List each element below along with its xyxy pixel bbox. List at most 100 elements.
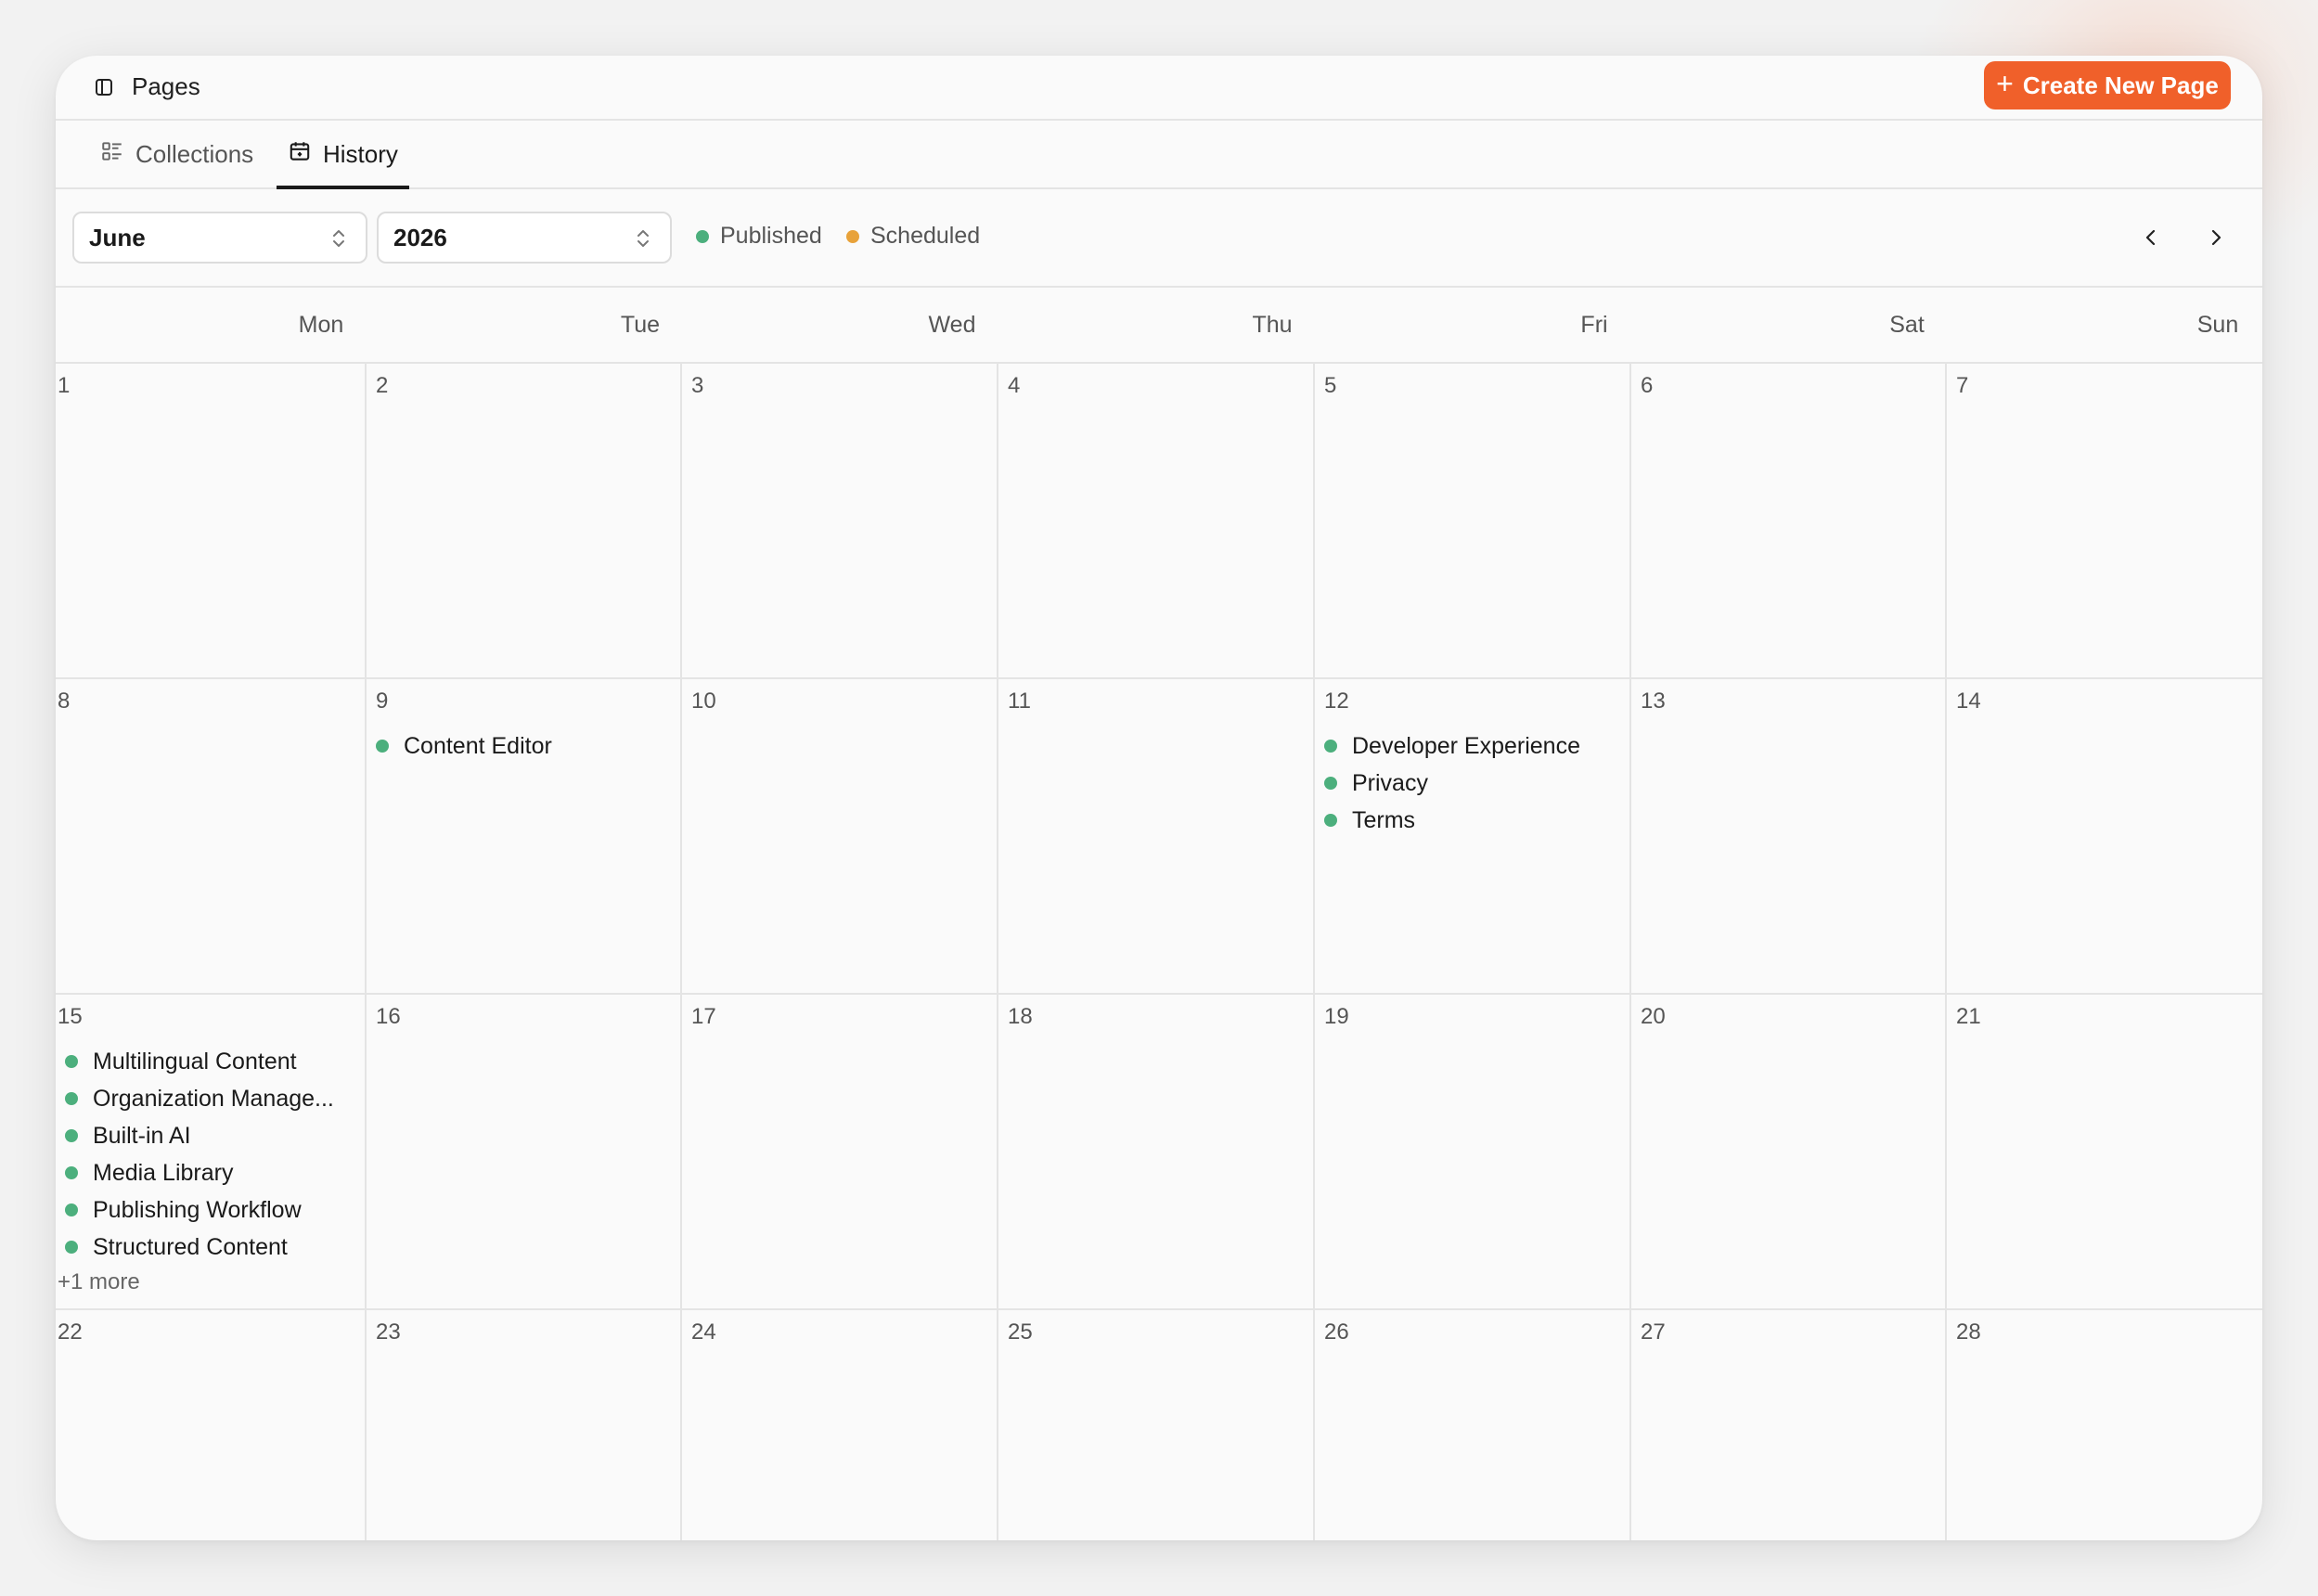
calendar-event[interactable]: Structured Content: [65, 1229, 357, 1266]
event-title: Organization Manage...: [93, 1085, 334, 1112]
create-new-page-label: Create New Page: [2022, 71, 2219, 99]
calendar-day-cell[interactable]: 17: [682, 995, 998, 1310]
day-number: 19: [1324, 1004, 1349, 1029]
calendar-day-cell[interactable]: 25: [998, 1310, 1315, 1540]
calendar-day-cell[interactable]: 6: [1631, 364, 1947, 679]
calendar-day-cell[interactable]: 8: [56, 679, 367, 995]
calendar-day-cell[interactable]: 24: [682, 1310, 998, 1540]
event-title: Media Library: [93, 1159, 234, 1186]
day-number: 23: [376, 1319, 401, 1345]
event-title: Multilingual Content: [93, 1048, 297, 1075]
day-number: 21: [1956, 1004, 1981, 1029]
next-month-button[interactable]: [2197, 219, 2234, 256]
calendar-event[interactable]: Terms: [1324, 802, 1622, 839]
calendar-day-cell[interactable]: 2: [367, 364, 682, 679]
day-number: 12: [1324, 689, 1349, 714]
day-number: 22: [58, 1319, 83, 1345]
calendar-day-cell[interactable]: 19: [1315, 995, 1631, 1310]
event-title: Developer Experience: [1352, 732, 1580, 759]
calendar-day-cell[interactable]: 20: [1631, 995, 1947, 1310]
month-select-value: June: [89, 223, 146, 251]
day-number: 8: [58, 689, 71, 714]
event-list: Multilingual Content Organization Manage.…: [58, 1043, 357, 1295]
app-window: Pages + Create New Page Collections Hist…: [56, 56, 2262, 1540]
day-number: 27: [1641, 1319, 1666, 1345]
calendar-event[interactable]: Media Library: [65, 1154, 357, 1191]
calendar-day-cell[interactable]: 1: [56, 364, 367, 679]
calendar-event[interactable]: Publishing Workflow: [65, 1191, 357, 1229]
calendar-day-cell[interactable]: 28: [1947, 1310, 2262, 1540]
published-status-dot-icon: [1324, 777, 1337, 790]
day-number: 10: [691, 689, 716, 714]
legend-scheduled: Scheduled: [846, 223, 980, 250]
weekday-label-sun: Sun: [2196, 312, 2239, 338]
chevron-up-down-icon: [328, 226, 349, 251]
month-select[interactable]: June: [72, 212, 367, 264]
year-select-value: 2026: [393, 223, 447, 251]
calendar-day-cell[interactable]: 22: [56, 1310, 367, 1540]
calendar-day-cell[interactable]: 4: [998, 364, 1315, 679]
calendar-day-cell[interactable]: 12 Developer Experience Privacy Terms: [1315, 679, 1631, 995]
event-title: Privacy: [1352, 769, 1428, 796]
day-number: 13: [1641, 689, 1666, 714]
event-title: Built-in AI: [93, 1122, 191, 1149]
calendar-day-cell[interactable]: 26: [1315, 1310, 1631, 1540]
calendar-day-cell[interactable]: 13: [1631, 679, 1947, 995]
calendar-day-cell[interactable]: 7: [1947, 364, 2262, 679]
day-number: 11: [1008, 689, 1031, 714]
day-number: 25: [1008, 1319, 1033, 1345]
tab-history[interactable]: History: [277, 121, 409, 189]
published-status-dot-icon: [1324, 814, 1337, 827]
day-number: 6: [1641, 373, 1654, 398]
day-number: 18: [1008, 1004, 1033, 1029]
weekday-label-tue: Tue: [620, 312, 661, 338]
event-title: Publishing Workflow: [93, 1196, 302, 1223]
plus-icon: +: [1996, 67, 2014, 100]
calendar-event[interactable]: Content Editor: [376, 727, 673, 765]
tab-collections[interactable]: Collections: [97, 121, 257, 187]
previous-month-button[interactable]: [2132, 219, 2170, 256]
page-title: Pages: [132, 72, 200, 100]
chevron-left-icon: [2145, 229, 2156, 246]
calendar-day-cell[interactable]: 3: [682, 364, 998, 679]
published-status-dot-icon: [65, 1055, 78, 1068]
tab-bar: Collections History: [56, 121, 2262, 189]
event-list: Content Editor: [376, 727, 673, 765]
calendar-day-cell[interactable]: 27: [1631, 1310, 1947, 1540]
more-events-link[interactable]: +1 more: [58, 1269, 357, 1295]
calendar-day-cell[interactable]: 11: [998, 679, 1315, 995]
calendar-day-cell[interactable]: 5: [1315, 364, 1631, 679]
day-number: 14: [1956, 689, 1981, 714]
calendar-day-cell[interactable]: 16: [367, 995, 682, 1310]
weekday-label-thu: Thu: [1252, 312, 1293, 338]
calendar-event[interactable]: Organization Manage...: [65, 1080, 357, 1117]
calendar-day-cell[interactable]: 15 Multilingual Content Organization Manag…: [56, 995, 367, 1310]
chevron-right-icon: [2211, 229, 2221, 246]
day-number: 24: [691, 1319, 716, 1345]
calendar-day-cell[interactable]: 23: [367, 1310, 682, 1540]
day-number: 4: [1008, 373, 1021, 398]
calendar-day-cell[interactable]: 9 Content Editor: [367, 679, 682, 995]
calendar-day-cell[interactable]: 10: [682, 679, 998, 995]
create-new-page-button[interactable]: + Create New Page: [1984, 61, 2231, 109]
calendar-day-cell[interactable]: 14: [1947, 679, 2262, 995]
published-status-dot-icon: [65, 1092, 78, 1105]
calendar-grid: 1 2 3 4 5 6 7 8 9 Content Editor 10 11 12 Developer E…: [56, 364, 2262, 1540]
event-title: Terms: [1352, 806, 1416, 833]
day-number: 9: [376, 689, 389, 714]
calendar-event[interactable]: Developer Experience: [1324, 727, 1622, 765]
weekday-label-fri: Fri: [1580, 312, 1608, 338]
calendar-event[interactable]: Multilingual Content: [65, 1043, 357, 1080]
year-select[interactable]: 2026: [377, 212, 672, 264]
calendar-event[interactable]: Built-in AI: [65, 1117, 357, 1154]
calendar-day-cell[interactable]: 21: [1947, 995, 2262, 1310]
calendar-icon: [288, 139, 312, 170]
published-status-dot-icon: [1324, 740, 1337, 753]
published-status-dot-icon: [65, 1129, 78, 1142]
day-number: 1: [58, 373, 71, 398]
day-number: 3: [691, 373, 704, 398]
sidebar-toggle-icon[interactable]: [93, 76, 115, 98]
calendar-event[interactable]: Privacy: [1324, 765, 1622, 802]
calendar-day-cell[interactable]: 18: [998, 995, 1315, 1310]
event-title: Structured Content: [93, 1233, 288, 1260]
